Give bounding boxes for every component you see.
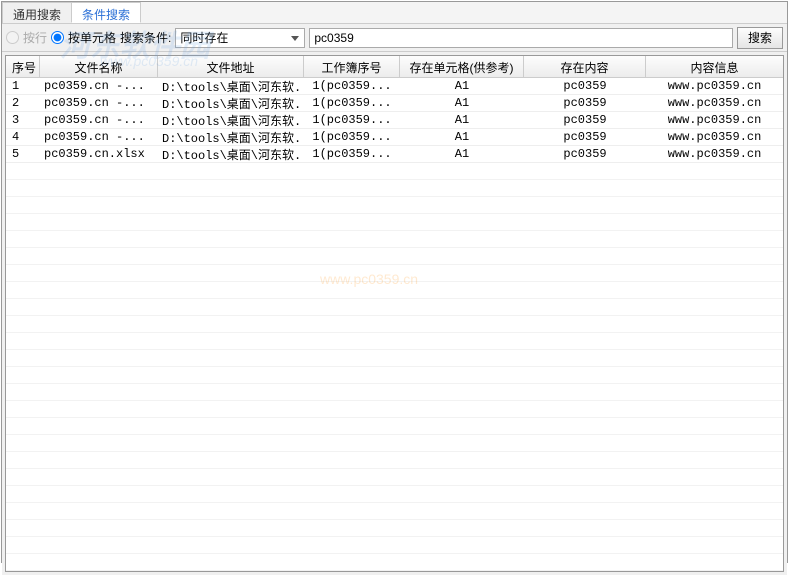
radio-by-row-input[interactable] — [6, 31, 19, 44]
cell-c6: www.pc0359.cn — [646, 113, 783, 127]
cell-c6: www.pc0359.cn — [646, 147, 783, 161]
cell-c4: A1 — [400, 113, 524, 127]
empty-row — [6, 350, 783, 367]
cell-c4: A1 — [400, 147, 524, 161]
radio-by-cell-label: 按单元格 — [68, 29, 116, 46]
cell-c1: pc0359.cn -... — [40, 79, 158, 93]
search-toolbar: 按行 按单元格 搜索条件: 同时存在 pc0359 搜索 — [2, 24, 787, 52]
empty-row — [6, 435, 783, 452]
empty-row — [6, 367, 783, 384]
content-area: 序号 文件名称 文件地址 工作簿序号 存在单元格(供参考) 存在内容 内容信息 … — [2, 52, 787, 575]
empty-row — [6, 384, 783, 401]
radio-by-cell-input[interactable] — [51, 31, 64, 44]
table-row[interactable]: 1pc0359.cn -...D:\tools\桌面\河东软...1(pc035… — [6, 78, 783, 95]
cell-c6: www.pc0359.cn — [646, 79, 783, 93]
search-condition-combo[interactable]: 同时存在 — [175, 28, 305, 48]
cell-c4: A1 — [400, 79, 524, 93]
tab-bar: 通用搜索 条件搜索 — [2, 2, 787, 24]
cell-c5: pc0359 — [524, 96, 646, 110]
radio-by-cell[interactable]: 按单元格 — [51, 29, 116, 46]
empty-row — [6, 180, 783, 197]
cell-c6: www.pc0359.cn — [646, 130, 783, 144]
cell-c2: D:\tools\桌面\河东软... — [158, 146, 304, 163]
cell-c3: 1(pc0359... — [304, 130, 400, 144]
empty-row — [6, 554, 783, 571]
empty-row — [6, 469, 783, 486]
tab-general-search[interactable]: 通用搜索 — [2, 2, 72, 23]
empty-row — [6, 537, 783, 554]
cell-c5: pc0359 — [524, 130, 646, 144]
col-workbook-index[interactable]: 工作簿序号 — [304, 56, 400, 77]
grid-header: 序号 文件名称 文件地址 工作簿序号 存在单元格(供参考) 存在内容 内容信息 — [6, 56, 783, 78]
cell-c4: A1 — [400, 96, 524, 110]
empty-row — [6, 418, 783, 435]
cell-c5: pc0359 — [524, 79, 646, 93]
table-row[interactable]: 2pc0359.cn -...D:\tools\桌面\河东软...1(pc035… — [6, 95, 783, 112]
empty-row — [6, 282, 783, 299]
search-button[interactable]: 搜索 — [737, 27, 783, 49]
cell-c5: pc0359 — [524, 113, 646, 127]
cell-c4: A1 — [400, 130, 524, 144]
col-info[interactable]: 内容信息 — [646, 56, 783, 77]
cell-c0: 2 — [6, 96, 40, 110]
search-condition-label: 搜索条件: — [120, 29, 171, 46]
col-index[interactable]: 序号 — [6, 56, 40, 77]
empty-row — [6, 299, 783, 316]
search-input-value: pc0359 — [314, 31, 353, 45]
empty-row — [6, 520, 783, 537]
cell-c3: 1(pc0359... — [304, 79, 400, 93]
radio-by-row-label: 按行 — [23, 29, 47, 46]
empty-row — [6, 197, 783, 214]
cell-c1: pc0359.cn -... — [40, 96, 158, 110]
cell-c3: 1(pc0359... — [304, 96, 400, 110]
cell-c1: pc0359.cn.xlsx — [40, 147, 158, 161]
cell-c0: 3 — [6, 113, 40, 127]
cell-c0: 5 — [6, 147, 40, 161]
cell-c1: pc0359.cn -... — [40, 113, 158, 127]
empty-row — [6, 401, 783, 418]
cell-c2: D:\tools\桌面\河东软... — [158, 112, 304, 129]
cell-c2: D:\tools\桌面\河东软... — [158, 78, 304, 95]
cell-c2: D:\tools\桌面\河东软... — [158, 129, 304, 146]
cell-c5: pc0359 — [524, 147, 646, 161]
grid-body[interactable]: 1pc0359.cn -...D:\tools\桌面\河东软...1(pc035… — [6, 78, 783, 571]
empty-row — [6, 333, 783, 350]
cell-c3: 1(pc0359... — [304, 147, 400, 161]
search-condition-value: 同时存在 — [180, 29, 228, 46]
table-row[interactable]: 5pc0359.cn.xlsxD:\tools\桌面\河东软...1(pc035… — [6, 146, 783, 163]
empty-row — [6, 163, 783, 180]
cell-c0: 1 — [6, 79, 40, 93]
empty-row — [6, 486, 783, 503]
empty-row — [6, 316, 783, 333]
col-filename[interactable]: 文件名称 — [40, 56, 158, 77]
cell-c3: 1(pc0359... — [304, 113, 400, 127]
col-cell-ref[interactable]: 存在单元格(供参考) — [400, 56, 524, 77]
empty-row — [6, 231, 783, 248]
cell-c6: www.pc0359.cn — [646, 96, 783, 110]
table-row[interactable]: 4pc0359.cn -...D:\tools\桌面\河东软...1(pc035… — [6, 129, 783, 146]
col-filepath[interactable]: 文件地址 — [158, 56, 304, 77]
search-button-label: 搜索 — [748, 29, 772, 46]
search-input[interactable]: pc0359 — [309, 28, 733, 48]
empty-row — [6, 452, 783, 469]
tab-conditional-search[interactable]: 条件搜索 — [71, 2, 141, 23]
empty-row — [6, 503, 783, 520]
col-found-content[interactable]: 存在内容 — [524, 56, 646, 77]
empty-row — [6, 248, 783, 265]
table-row[interactable]: 3pc0359.cn -...D:\tools\桌面\河东软...1(pc035… — [6, 112, 783, 129]
cell-c0: 4 — [6, 130, 40, 144]
results-grid: 序号 文件名称 文件地址 工作簿序号 存在单元格(供参考) 存在内容 内容信息 … — [5, 55, 784, 572]
cell-c2: D:\tools\桌面\河东软... — [158, 95, 304, 112]
radio-by-row[interactable]: 按行 — [6, 29, 47, 46]
cell-c1: pc0359.cn -... — [40, 130, 158, 144]
empty-row — [6, 265, 783, 282]
empty-row — [6, 214, 783, 231]
